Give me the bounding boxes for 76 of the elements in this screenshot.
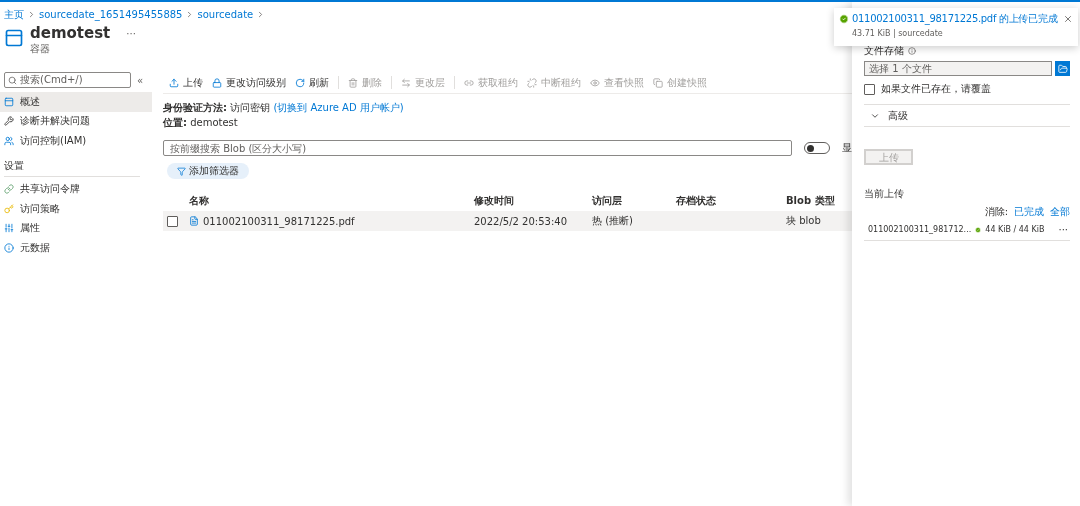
location-text: 位置: demotest <box>163 116 239 130</box>
more-button[interactable]: ··· <box>126 27 136 39</box>
eye-icon <box>590 77 600 88</box>
toolbar-button[interactable]: 更改访问级别 <box>212 75 286 90</box>
lock-icon <box>212 77 222 88</box>
checkbox-label: 如果文件已存在，请覆盖 <box>881 82 991 96</box>
info-icon <box>908 47 916 55</box>
breadcrumb-link[interactable]: sourcedate_1651495455885 <box>39 9 183 20</box>
column-header: 存档状态 <box>676 194 717 208</box>
container-icon <box>4 96 14 107</box>
more-button[interactable]: ··· <box>1058 224 1068 235</box>
search-field[interactable]: 搜索(Cmd+/) <box>4 72 131 88</box>
row-checkbox[interactable] <box>167 215 178 227</box>
search-icon <box>8 75 17 85</box>
copy-icon <box>653 77 663 88</box>
upload-file-name: 011002100311_981712... <box>868 225 972 234</box>
column-header: 名称 <box>189 194 210 208</box>
browse-button[interactable] <box>1055 61 1070 76</box>
toggle-label: 显 <box>842 141 852 155</box>
overwrite-checkbox[interactable] <box>864 83 875 95</box>
people-icon <box>4 135 14 146</box>
sidebar-item[interactable]: 属性 <box>0 218 152 238</box>
wrench-icon <box>4 116 14 127</box>
column-header: 访问层 <box>592 194 623 208</box>
toolbar-button[interactable]: 上传 <box>169 75 203 90</box>
clear-link[interactable]: 已完成 <box>1014 205 1044 219</box>
upload-size-text: 44 KiB / 44 KiB <box>985 225 1045 234</box>
toast-detail: 43.71 KiB | sourcedate <box>851 29 944 38</box>
collapse-button[interactable]: « <box>137 74 144 86</box>
chevron-right-icon <box>27 10 36 19</box>
key-icon <box>4 203 14 214</box>
link-icon <box>4 184 14 195</box>
clear-label: 消除: <box>984 205 1008 219</box>
add-filter-button[interactable]: 添加筛选器 <box>167 163 249 179</box>
page-subtitle: 容器 <box>30 42 51 56</box>
section-heading: 设置 <box>4 159 24 171</box>
sidebar-item[interactable]: 概述 <box>0 92 152 112</box>
sidebar-item[interactable]: 元数据 <box>0 238 152 258</box>
sidebar-item[interactable]: 诊断并解决问题 <box>0 111 152 131</box>
blob-search-field[interactable]: 按前缀搜索 Blob (区分大小写) <box>163 140 793 156</box>
toggle-switch[interactable] <box>804 142 830 154</box>
switch-auth-link[interactable]: (切换到 Azure AD 用户帐户) <box>273 102 404 113</box>
breadcrumb-link[interactable]: sourcedate <box>197 9 254 20</box>
toast-title: 011002100311_98171225.pdf 的上传已完成 <box>852 12 1059 26</box>
table-cell-text: 热 (推断) <box>592 214 634 228</box>
toolbar-button[interactable]: 刷新 <box>295 75 329 90</box>
field-label: 文件存储 <box>864 44 904 58</box>
folder-icon <box>1057 63 1068 74</box>
table-row[interactable]: 011002100311_98171225.pdf 2022/5/2 20:53:40 热 (推断) 块 blob <box>163 211 852 231</box>
info-icon <box>4 242 14 253</box>
sidebar-item[interactable]: 访问策略 <box>0 199 152 219</box>
filter-icon <box>177 166 186 176</box>
section-heading: 当前上传 <box>864 187 905 201</box>
column-header: 修改时间 <box>474 194 515 208</box>
column-header: Blob 类型 <box>786 194 836 208</box>
clear-link[interactable]: 全部 <box>1050 205 1070 219</box>
file-icon <box>189 216 199 226</box>
swap-arrows-icon <box>401 77 411 88</box>
link-icon <box>464 77 474 88</box>
advanced-expander[interactable]: 高级 <box>864 105 1070 127</box>
sliders-icon <box>4 223 14 234</box>
auth-method-text: 身份验证方法: 访问密钥 (切换到 Azure AD 用户帐户) <box>163 101 405 115</box>
file-field[interactable]: 选择 1 个文件 <box>864 61 1052 76</box>
page-title: demotest <box>30 24 111 42</box>
close-button[interactable] <box>1063 14 1073 24</box>
file-name-link[interactable]: 011002100311_98171225.pdf <box>203 215 355 227</box>
upload-icon <box>169 77 179 88</box>
container-icon <box>4 28 24 48</box>
table-cell-text: 块 blob <box>786 214 822 228</box>
broken-link-icon <box>527 77 537 88</box>
sidebar-item[interactable]: 访问控制(IAM) <box>0 131 152 151</box>
refresh-icon <box>295 77 305 88</box>
breadcrumb-link[interactable]: 主页 <box>4 7 24 22</box>
trash-icon <box>348 77 358 88</box>
table-cell-text: 2022/5/2 20:53:40 <box>474 215 568 227</box>
sidebar-item[interactable]: 共享访问令牌 <box>0 179 152 199</box>
